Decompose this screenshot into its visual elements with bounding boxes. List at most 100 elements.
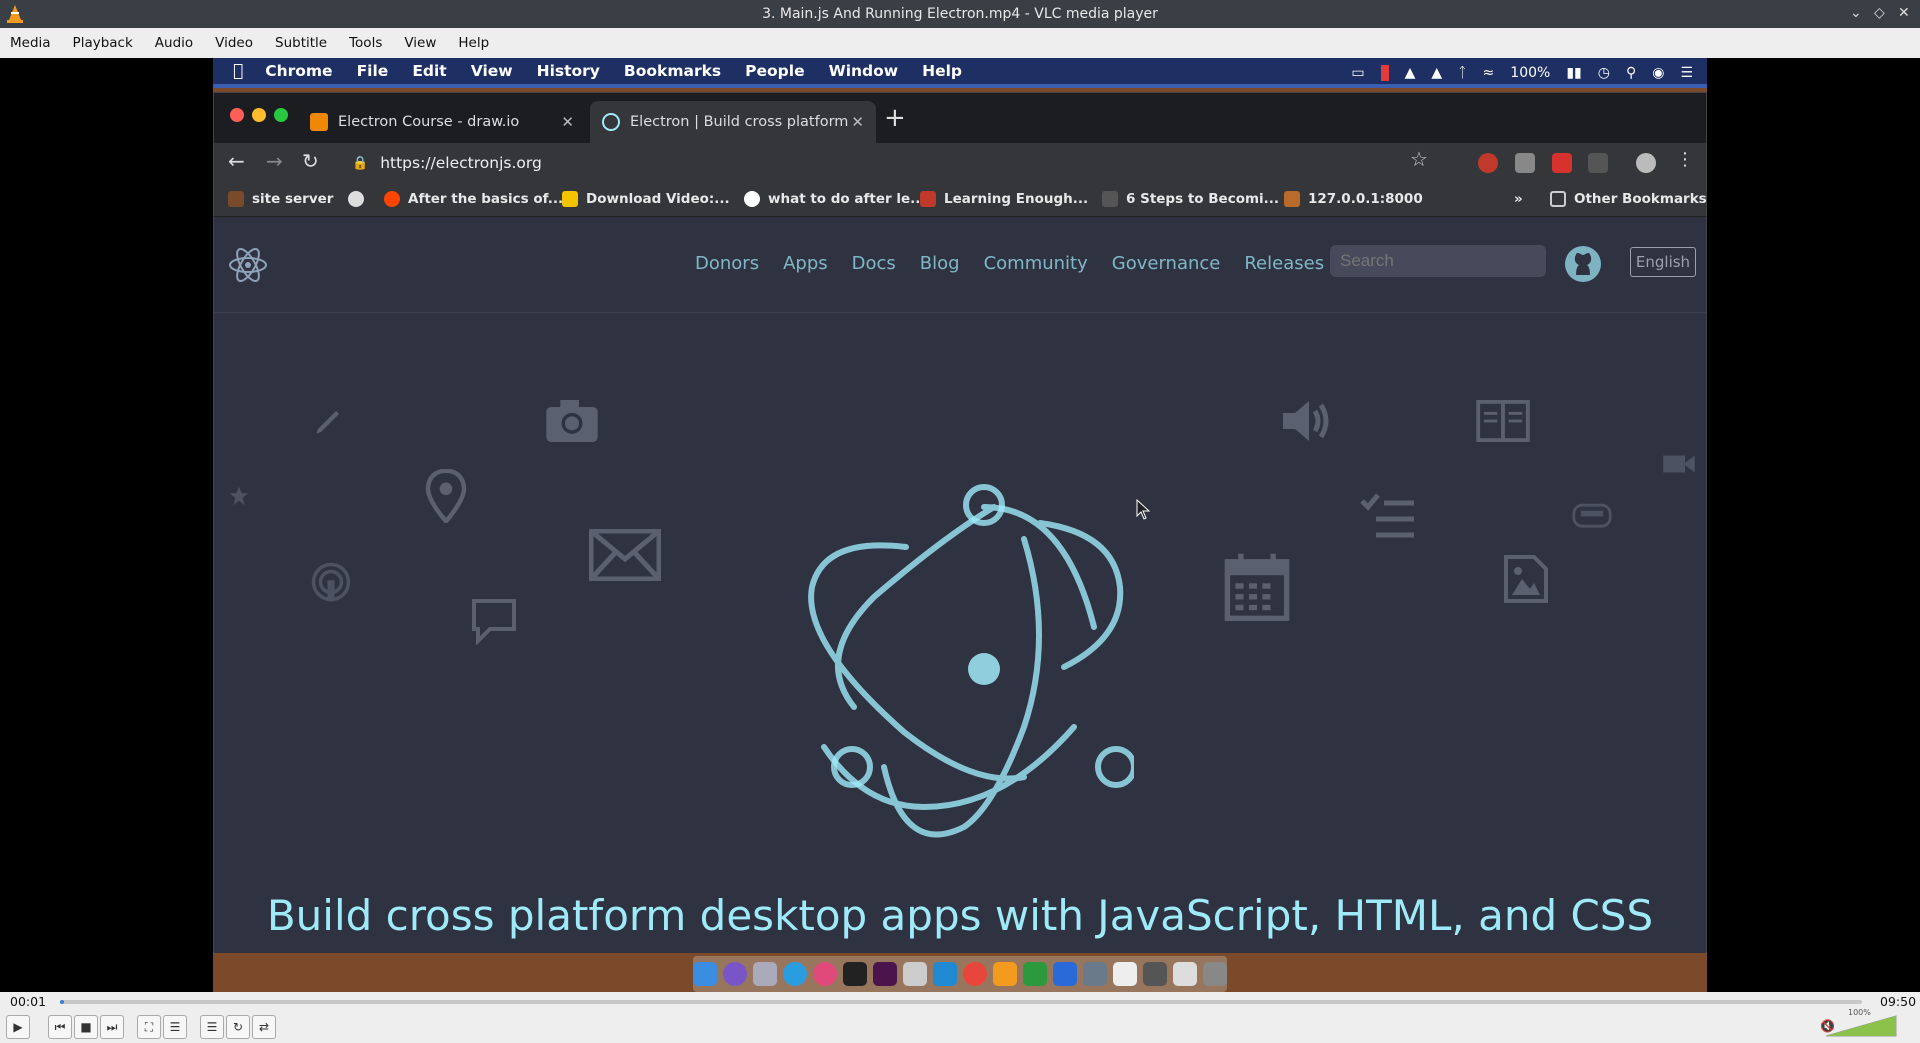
bluetooth-icon: ᛏ (1458, 65, 1467, 81)
wifi-icon: ≈ (1482, 65, 1495, 81)
app-icon (1023, 962, 1047, 986)
battery-label: 100% (1510, 65, 1551, 81)
bookmark-icon (228, 191, 244, 207)
bookmark-item: Learning Enough... (920, 191, 1088, 207)
address-bar: 🔒 https://electronjs.org (344, 147, 1634, 179)
traffic-zoom-icon (274, 108, 288, 122)
vscode-icon (933, 962, 957, 986)
seek-bar[interactable] (60, 1000, 1862, 1004)
stop-button[interactable]: ■ (74, 1015, 98, 1039)
globe-icon (348, 191, 364, 207)
playlist-button[interactable]: ☰ (200, 1015, 224, 1039)
notification-icon: ▲ (1431, 65, 1443, 81)
bookmark-star-icon: ☆ (1410, 147, 1428, 171)
bookmarks-bar: site server After the basics of... Downl… (214, 183, 1707, 217)
total-time: 09:50 (1880, 994, 1917, 1009)
tab-electron: Electron | Build cross platform ✕ (590, 101, 876, 143)
bookmark-item: 6 Steps to Becomi... (1102, 191, 1279, 207)
safari-icon (783, 962, 807, 986)
menu-media[interactable]: Media (10, 35, 51, 51)
tab-title: Electron | Build cross platform (630, 114, 849, 130)
nav-blog: Blog (919, 253, 960, 274)
minimize-icon[interactable]: ⌄ (1850, 5, 1862, 21)
document-icon (1113, 962, 1137, 986)
volume-slider[interactable] (1824, 1014, 1898, 1038)
bookmark-icon (1102, 191, 1118, 207)
preview-icon (903, 962, 927, 986)
menu-view[interactable]: View (404, 35, 436, 51)
tab-close-icon: ✕ (851, 113, 864, 131)
bookmark-label: Other Bookmarks (1574, 191, 1707, 207)
bookmark-item: site server (228, 191, 333, 207)
bookmark-label: After the basics of... (408, 191, 564, 207)
mac-menu-people: People (734, 62, 804, 80)
electron-icon (602, 113, 620, 131)
forward-icon: → (266, 149, 283, 173)
maximize-icon[interactable]: ◇ (1874, 5, 1885, 21)
extended-settings-button[interactable]: ☰ (163, 1015, 187, 1039)
chrome-icon (963, 962, 987, 986)
video-area[interactable]:  Chrome File Edit View History Bookmark… (0, 58, 1920, 992)
folder-icon (1173, 962, 1197, 986)
menu-help[interactable]: Help (458, 35, 489, 51)
extension-icon (1478, 153, 1498, 173)
next-button[interactable]: ⏭ (100, 1015, 124, 1039)
back-icon: ← (228, 149, 245, 173)
nav-donors: Donors (695, 253, 760, 274)
music-icon (813, 962, 837, 986)
vlc-menubar: Media Playback Audio Video Subtitle Tool… (0, 28, 1920, 58)
clock-icon: ◷ (1597, 65, 1610, 81)
drawio-icon (310, 113, 328, 131)
mac-menu-bookmarks: Bookmarks (613, 62, 721, 80)
shuffle-button[interactable]: ⇄ (252, 1015, 276, 1039)
mac-menu-chrome: Chrome (255, 62, 332, 80)
bookmark-label: 127.0.0.1:8000 (1308, 191, 1423, 207)
nav-docs: Docs (851, 253, 896, 274)
video-camera-icon (1663, 455, 1695, 473)
bookmark-item (348, 191, 372, 207)
menu-subtitle[interactable]: Subtitle (275, 35, 327, 51)
checklist-icon (1360, 493, 1414, 538)
vlc-icon (993, 962, 1017, 986)
camera-extension-icon (1515, 153, 1535, 173)
menu-tools[interactable]: Tools (349, 35, 382, 51)
fullscreen-button[interactable]: ⛶ (137, 1015, 161, 1039)
menu-kebab-icon: ⋮ (1676, 149, 1694, 170)
app-icon (1083, 962, 1107, 986)
chrome-window: Electron Course - draw.io ✕ Electron | B… (213, 92, 1707, 953)
vr-headset-icon (1572, 503, 1612, 528)
play-button[interactable]: ▶ (6, 1015, 30, 1039)
site-search-input (1330, 245, 1546, 277)
bookmark-item: After the basics of... (384, 191, 563, 207)
vlc-controls: 00:01 09:50 ▶ ⏮ ■ ⏭ ⛶ ☰ ☰ ↻ ⇄ 🔇 100% (0, 992, 1920, 1043)
menu-playback[interactable]: Playback (73, 35, 133, 51)
battery-icon: ▮▮ (1566, 65, 1582, 81)
folder-icon (1550, 191, 1566, 207)
folder-icon (1143, 962, 1167, 986)
nav-community: Community (983, 253, 1088, 274)
mac-dock (693, 956, 1227, 992)
bookmark-label: Learning Enough... (944, 191, 1089, 207)
tab-close-icon: ✕ (561, 113, 574, 131)
vlc-titlebar: 3. Main.js And Running Electron.mp4 - VL… (0, 0, 1920, 28)
site-nav: Donors Apps Docs Blog Community Governan… (214, 217, 1706, 313)
bookmark-item: 127.0.0.1:8000 (1284, 191, 1423, 207)
apple-icon:  (233, 61, 243, 81)
video-frame:  Chrome File Edit View History Bookmark… (213, 58, 1707, 992)
other-bookmarks: Other Bookmarks (1550, 191, 1707, 207)
bookmark-label: site server (252, 191, 334, 207)
menu-video[interactable]: Video (215, 35, 253, 51)
menu-audio[interactable]: Audio (155, 35, 193, 51)
nav-governance: Governance (1111, 253, 1221, 274)
mac-status-area: ▭ ▲ ▲ ᛏ ≈ 100% ▮▮ ◷ ⚲ ◉ ☰ (1351, 58, 1693, 88)
loop-button[interactable]: ↻ (226, 1015, 250, 1039)
nav-apps: Apps (783, 253, 828, 274)
mac-menu-file: File (346, 62, 389, 80)
close-icon[interactable]: ✕ (1898, 5, 1910, 21)
bookmark-label: 6 Steps to Becomi... (1126, 191, 1280, 207)
mac-menubar:  Chrome File Edit View History Bookmark… (213, 58, 1707, 88)
bookmark-item: what to do after le... (744, 191, 926, 207)
map-pin-icon (425, 469, 467, 523)
previous-button[interactable]: ⏮ (48, 1015, 72, 1039)
language-button: English (1630, 247, 1696, 277)
